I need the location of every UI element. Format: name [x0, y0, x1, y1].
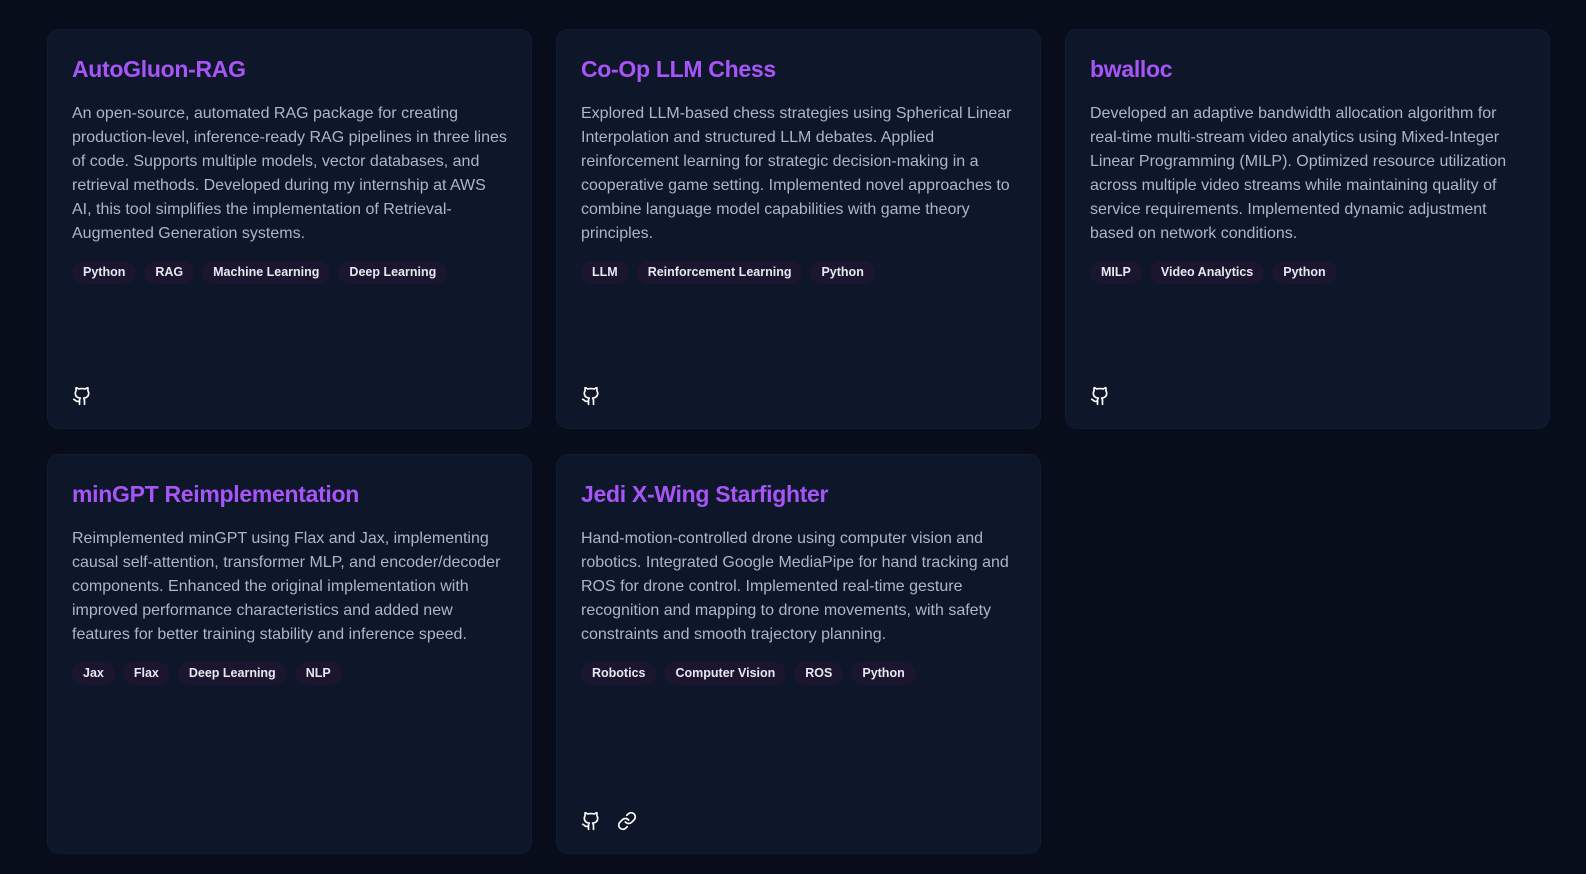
project-card: AutoGluon-RAG An open-source, automated … [47, 29, 532, 429]
tag: Computer Vision [664, 662, 787, 685]
project-links [72, 386, 92, 406]
project-title: minGPT Reimplementation [72, 481, 360, 507]
tag: RAG [144, 261, 195, 284]
tag: Machine Learning [202, 261, 331, 284]
project-description: An open-source, automated RAG package fo… [72, 105, 507, 242]
tag: Deep Learning [177, 662, 287, 685]
project-description: Reimplemented minGPT using Flax and Jax,… [72, 530, 501, 643]
github-icon[interactable] [581, 811, 601, 831]
project-card: minGPT Reimplementation Reimplemented mi… [47, 454, 532, 854]
tag: Robotics [581, 662, 657, 685]
project-card: Jedi X-Wing Starfighter Hand-motion-cont… [556, 454, 1041, 854]
tag: LLM [581, 261, 629, 284]
project-title: Jedi X-Wing Starfighter [581, 481, 829, 507]
project-description: Developed an adaptive bandwidth allocati… [1090, 105, 1507, 242]
tag: MILP [1090, 261, 1142, 284]
project-description: Hand-motion-controlled drone using compu… [581, 530, 1009, 643]
github-icon[interactable] [72, 386, 92, 406]
project-title: Co-Op LLM Chess [581, 56, 776, 82]
tag: Python [72, 261, 137, 284]
project-description: Explored LLM-based chess strategies usin… [581, 105, 1012, 242]
project-title: AutoGluon-RAG [72, 56, 246, 82]
project-card: bwalloc Developed an adaptive bandwidth … [1065, 29, 1550, 429]
tag: ROS [794, 662, 844, 685]
tag-list: Robotics Computer Vision ROS Python [581, 662, 1016, 685]
project-links [1090, 386, 1110, 406]
tag: Reinforcement Learning [636, 261, 803, 284]
tag: Flax [122, 662, 170, 685]
project-title: bwalloc [1090, 56, 1173, 82]
tag: Python [1272, 261, 1337, 284]
projects-grid: AutoGluon-RAG An open-source, automated … [47, 29, 1550, 854]
tag: Python [851, 662, 916, 685]
project-card: Co-Op LLM Chess Explored LLM-based chess… [556, 29, 1041, 429]
tag: Python [810, 261, 875, 284]
tag-list: Python RAG Machine Learning Deep Learnin… [72, 261, 507, 284]
project-links [581, 811, 637, 831]
tag: Video Analytics [1149, 261, 1265, 284]
github-icon[interactable] [581, 386, 601, 406]
link-icon[interactable] [617, 811, 637, 831]
github-icon[interactable] [1090, 386, 1110, 406]
tag: Deep Learning [338, 261, 448, 284]
tag: Jax [72, 662, 115, 685]
tag: NLP [294, 662, 342, 685]
tag-list: Jax Flax Deep Learning NLP [72, 662, 507, 685]
tag-list: MILP Video Analytics Python [1090, 261, 1525, 284]
project-links [581, 386, 601, 406]
tag-list: LLM Reinforcement Learning Python [581, 261, 1016, 284]
